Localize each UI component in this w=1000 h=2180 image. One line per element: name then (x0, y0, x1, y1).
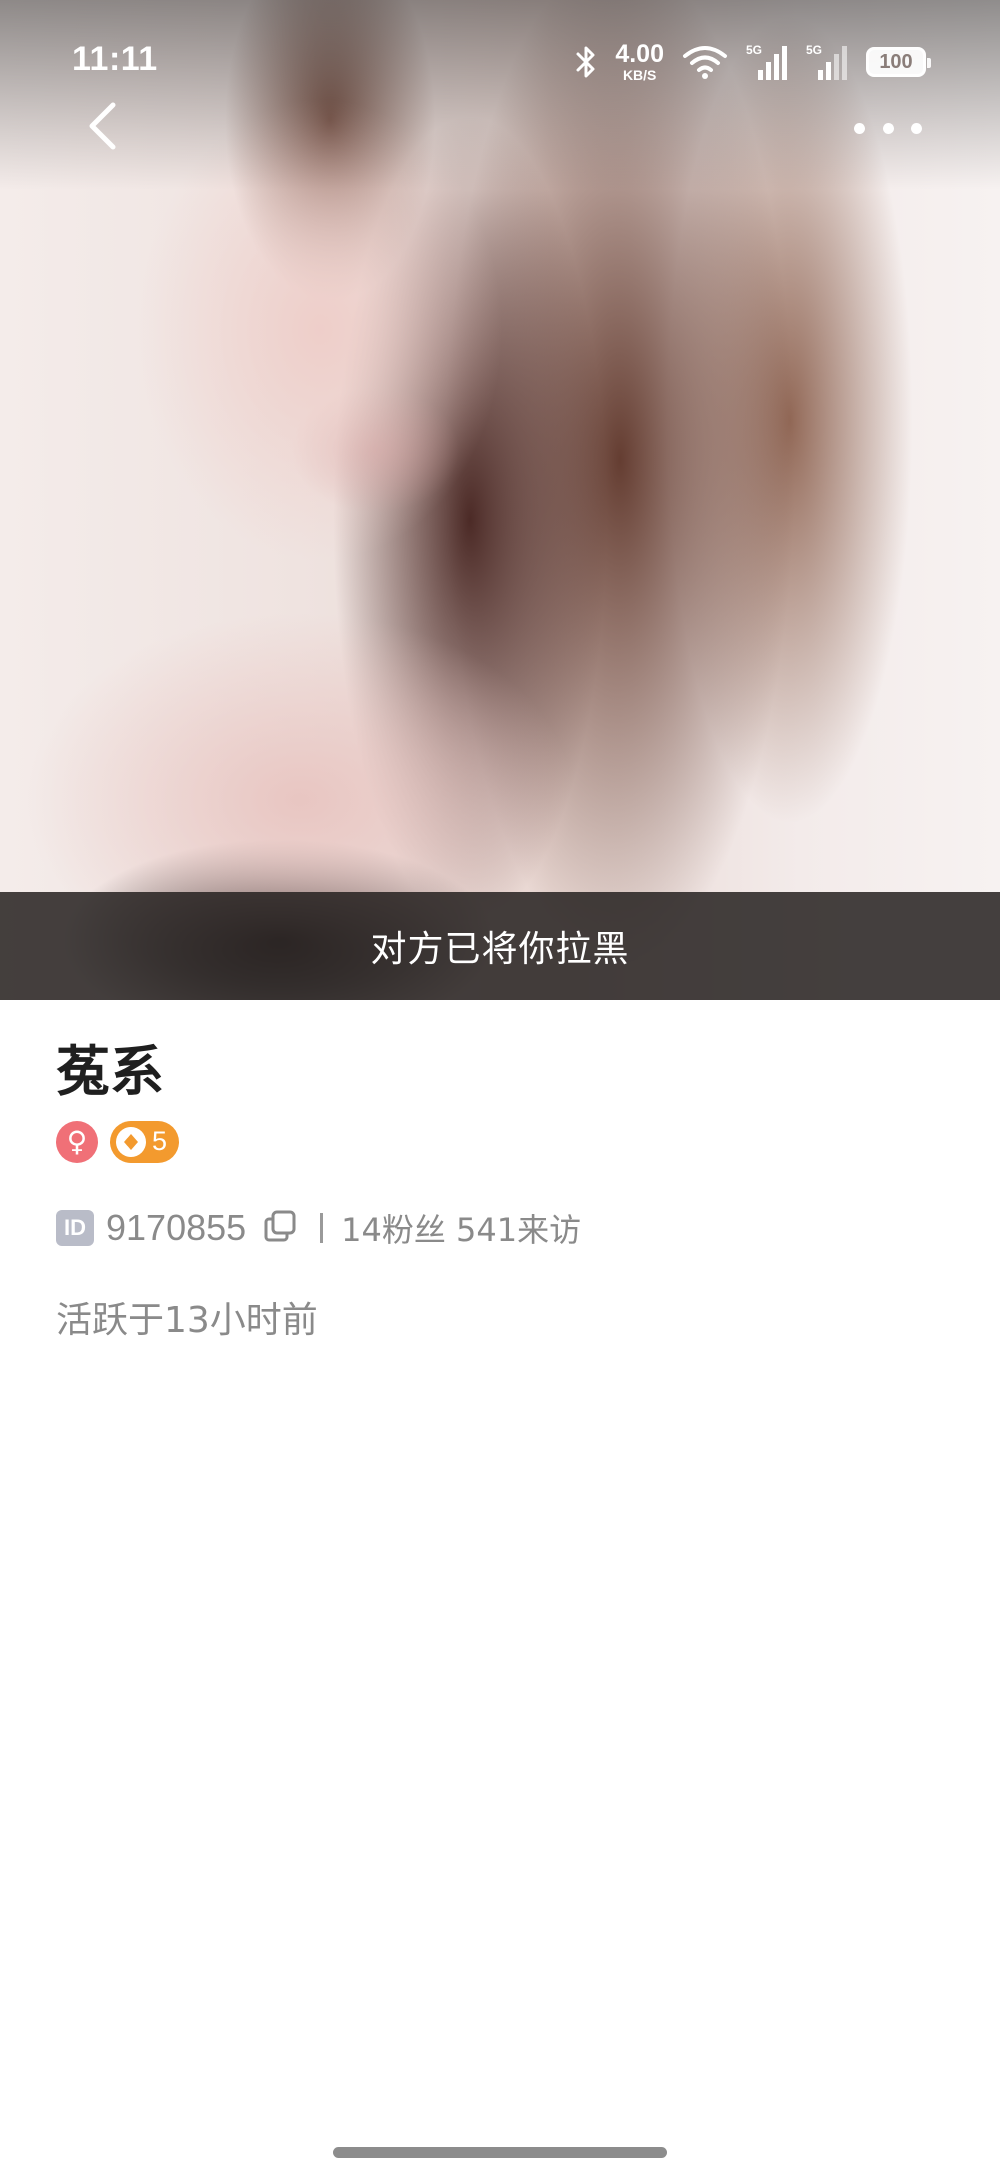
level-badge: 5 (110, 1120, 180, 1163)
bluetooth-icon (575, 44, 597, 80)
followers-visitors-stats: 14粉丝 541来访 (341, 1210, 582, 1249)
blocked-notice: 对方已将你拉黑 (370, 929, 630, 970)
signal-2-label: 5G (806, 43, 822, 57)
username: 菟系 (56, 1040, 164, 1103)
status-bar: 11:11 4.00 KB/S 5G 5G 100 (0, 0, 1000, 110)
diamond-icon (116, 1126, 146, 1157)
more-horizontal-icon (911, 122, 922, 134)
home-indicator[interactable] (333, 2147, 667, 2158)
chevron-left-icon (87, 101, 117, 155)
level-number: 5 (152, 1126, 168, 1157)
id-row: ID 9170855 14粉丝 541来访 (56, 1205, 956, 1251)
back-button[interactable] (76, 100, 128, 156)
wifi-icon (682, 44, 728, 80)
network-speed: 4.00 KB/S (615, 40, 664, 83)
profile-info: 菟系 ♀ 5 ID 9170855 14粉丝 541来访 活跃于13小时前 (56, 1040, 956, 1343)
divider (320, 1212, 324, 1243)
last-active-text: 活跃于13小时前 (56, 1299, 318, 1341)
blocked-banner: 对方已将你拉黑 (0, 892, 1000, 1000)
more-horizontal-icon (882, 122, 894, 134)
battery-icon: 100 (866, 47, 931, 77)
user-id: 9170855 (106, 1206, 247, 1248)
battery-level: 100 (879, 50, 913, 73)
more-horizontal-icon (854, 122, 865, 134)
status-icons: 4.00 KB/S 5G 5G 100 (575, 40, 931, 84)
badges-row: ♀ 5 (56, 1120, 956, 1163)
profile-page: 11:11 4.00 KB/S 5G 5G 100 对方已将你拉黑 菟系 ♀ 5… (0, 0, 1000, 2180)
copy-icon (263, 1209, 297, 1247)
more-options-button[interactable] (854, 112, 922, 144)
id-tag: ID (56, 1209, 94, 1246)
status-time: 11:11 (72, 40, 158, 78)
signal-5g-icon: 5G (806, 42, 848, 82)
profile-cover-photo: 11:11 4.00 KB/S 5G 5G 100 对方已将你拉黑 (0, 0, 1000, 1000)
copy-id-button[interactable] (262, 1210, 298, 1246)
network-speed-unit: KB/S (622, 67, 657, 83)
female-gender-badge: ♀ (56, 1120, 98, 1163)
signal-5g-icon: 5G (746, 42, 788, 82)
signal-1-label: 5G (746, 43, 762, 57)
network-speed-value: 4.00 (615, 40, 664, 68)
